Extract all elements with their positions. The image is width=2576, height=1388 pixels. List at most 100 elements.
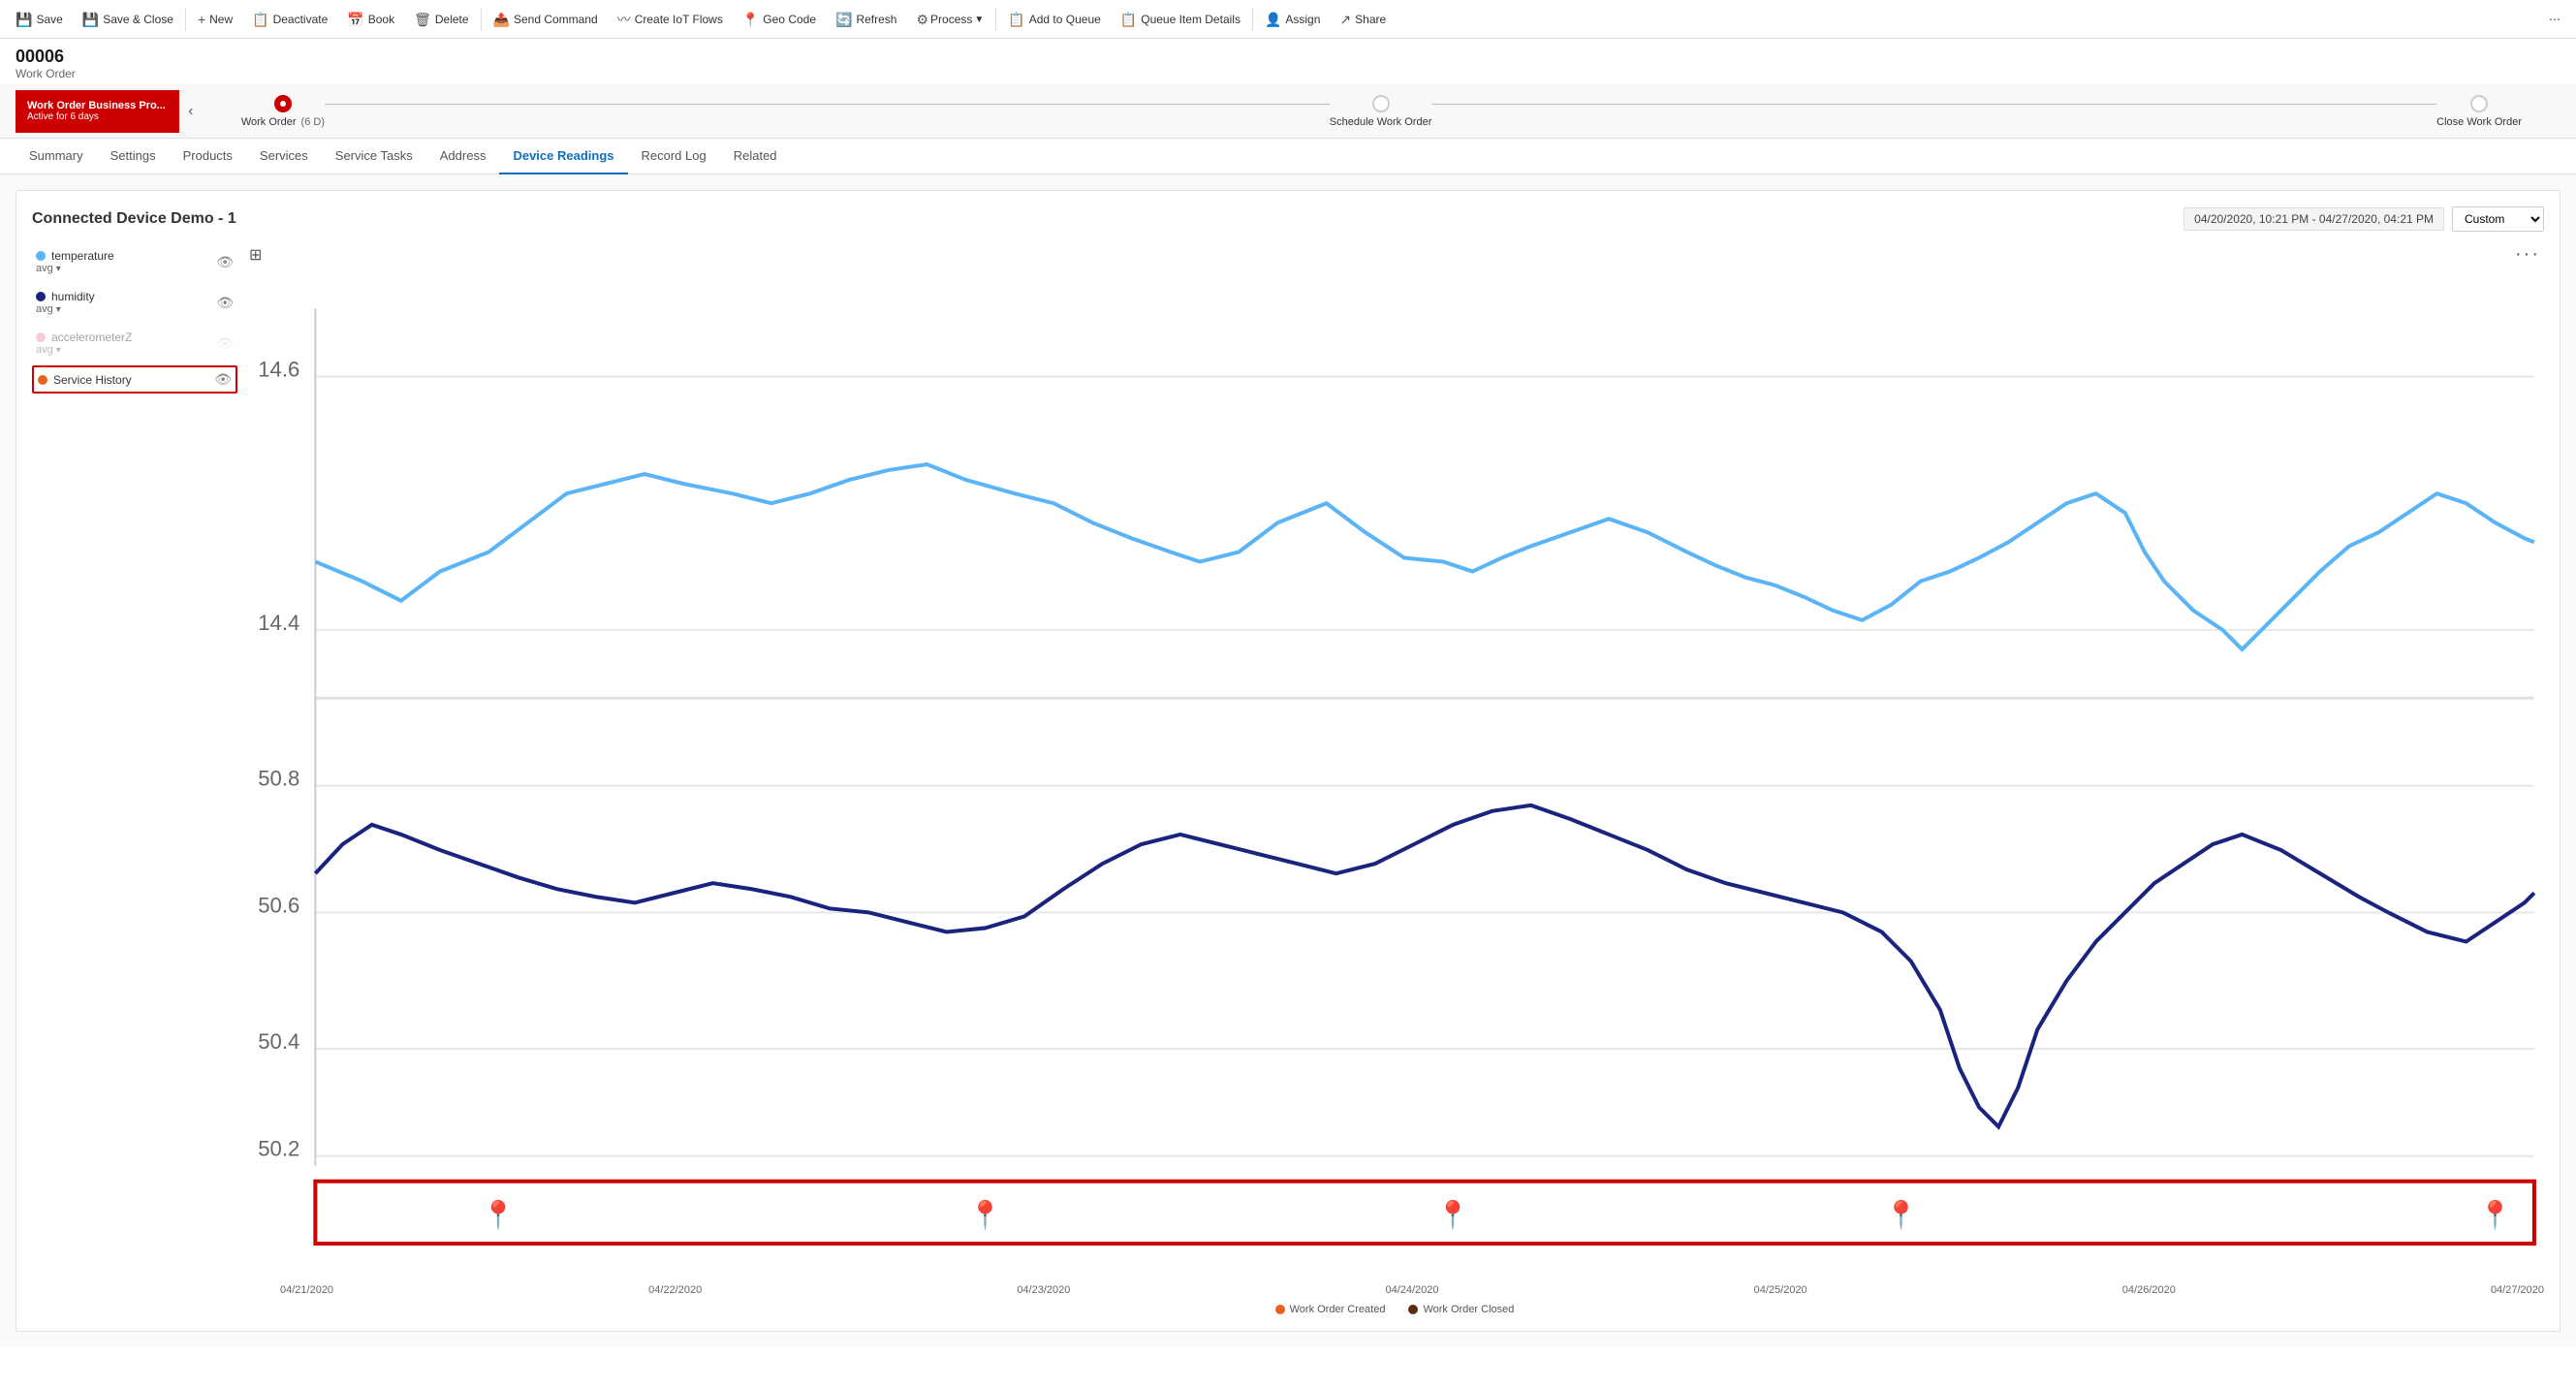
service-history-label: Service History (53, 373, 132, 387)
accel-chevron-icon[interactable]: ▾ (56, 345, 61, 356)
marker-5: 📍 (2478, 1199, 2512, 1231)
created-dot (1275, 1305, 1285, 1314)
new-button[interactable]: + New (188, 0, 242, 39)
chart-svg: 14.6 14.4 50.8 50.6 50.4 50.2 (245, 269, 2544, 1282)
toolbar: 💾 Save 💾 Save & Close + New 📋 Deactivate… (0, 0, 2576, 39)
temperature-visibility-icon[interactable]: 👁 (216, 254, 234, 270)
tab-products[interactable]: Products (170, 139, 246, 174)
humidity-chevron-icon[interactable]: ▾ (56, 304, 61, 315)
closed-dot (1408, 1305, 1418, 1314)
temperature-chevron-icon[interactable]: ▾ (56, 264, 61, 274)
active-stage-pill[interactable]: Work Order Business Pro... Active for 6 … (16, 90, 179, 133)
refresh-button[interactable]: 🔄 Refresh (826, 0, 906, 39)
legend-left-humidity: humidity avg ▾ (36, 290, 95, 315)
queue-icon: 📋 (1008, 12, 1024, 28)
device-title: Connected Device Demo - 1 (32, 210, 236, 228)
x-label-4: 04/24/2020 (1385, 1284, 1438, 1296)
service-history-visibility-icon[interactable]: 👁 (214, 371, 232, 388)
book-button[interactable]: 📅 Book (337, 0, 404, 39)
stage-bar: Work Order Business Pro... Active for 6 … (0, 84, 2576, 139)
accel-visibility-icon[interactable]: 👁 (216, 335, 234, 352)
svg-text:50.4: 50.4 (258, 1029, 299, 1054)
x-label-5: 04/25/2020 (1754, 1284, 1807, 1296)
legend-item-accelerometerz[interactable]: accelerometerZ avg ▾ 👁 (32, 325, 237, 362)
queue-item-details-button[interactable]: 📋 Queue Item Details (1111, 0, 1250, 39)
create-iot-flows-button[interactable]: 〰 Create IoT Flows (608, 0, 733, 39)
queue-details-icon: 📋 (1120, 12, 1137, 28)
delete-button[interactable]: 🗑 Delete (404, 0, 478, 39)
chart-more-icon[interactable]: ··· (2515, 243, 2540, 266)
stage-step-3[interactable]: Close Work Order (2436, 95, 2522, 128)
stage-step-1[interactable]: Work Order (6 D) (241, 95, 325, 128)
record-id: 00006 (16, 47, 2560, 67)
humidity-visibility-icon[interactable]: 👁 (216, 295, 234, 311)
x-label-6: 04/26/2020 (2122, 1284, 2176, 1296)
toolbar-separator (185, 8, 186, 31)
record-type: Work Order (16, 67, 2560, 80)
svg-text:50.8: 50.8 (258, 767, 299, 791)
legend-item-service-history[interactable]: Service History 👁 (32, 365, 237, 394)
legend-dot-row-accel: accelerometerZ (36, 331, 132, 344)
record-header: 00006 Work Order (0, 39, 2576, 84)
svg-text:14.4: 14.4 (258, 611, 299, 635)
save-button[interactable]: 💾 Save (6, 0, 73, 39)
save-icon: 💾 (16, 12, 32, 28)
legend-panel: temperature avg ▾ 👁 humidity (32, 243, 245, 1315)
date-range-container: 04/20/2020, 10:21 PM - 04/27/2020, 04:21… (2183, 206, 2544, 232)
humidity-agg: avg ▾ (36, 303, 95, 315)
chart-container: temperature avg ▾ 👁 humidity (32, 243, 2544, 1315)
layer-icon[interactable]: ⊞ (249, 245, 262, 265)
service-history-bar (315, 1182, 2534, 1244)
stage-circle-2 (1372, 95, 1390, 112)
process-dropdown-icon[interactable]: ▼ (974, 15, 984, 25)
book-icon: 📅 (347, 12, 363, 28)
stage-step-2[interactable]: Schedule Work Order (1330, 95, 1432, 128)
send-command-button[interactable]: 📤 Send Command (484, 0, 608, 39)
assign-icon: 👤 (1265, 12, 1281, 28)
date-range-select[interactable]: Custom Last Hour Last Day Last Week (2452, 206, 2544, 232)
stage-nav-left[interactable]: ‹ (179, 90, 203, 133)
x-label-3: 04/23/2020 (1017, 1284, 1070, 1296)
new-icon: + (198, 12, 205, 27)
service-history-dot (38, 375, 47, 385)
created-label: Work Order Created (1290, 1304, 1386, 1315)
stage-label-3: Close Work Order (2436, 116, 2522, 128)
chart-legend-footer: Work Order Created Work Order Closed (245, 1304, 2544, 1315)
active-stage-sub: Active for 6 days (27, 111, 166, 122)
tab-services[interactable]: Services (246, 139, 322, 174)
save-close-button[interactable]: 💾 Save & Close (73, 0, 183, 39)
share-button[interactable]: ↗ Share (1330, 0, 1396, 39)
temperature-agg: avg ▾ (36, 263, 114, 274)
save-close-icon: 💾 (82, 12, 99, 28)
tab-related[interactable]: Related (720, 139, 791, 174)
tab-address[interactable]: Address (426, 139, 500, 174)
x-axis-labels: 04/21/2020 04/22/2020 04/23/2020 04/24/2… (245, 1282, 2544, 1296)
temperature-line (315, 464, 2534, 649)
assign-button[interactable]: 👤 Assign (1255, 0, 1330, 39)
legend-item-temperature[interactable]: temperature avg ▾ 👁 (32, 243, 237, 280)
deactivate-button[interactable]: 📋 Deactivate (242, 0, 337, 39)
tab-settings[interactable]: Settings (97, 139, 170, 174)
stage-circle-1 (274, 95, 292, 112)
x-label-1: 04/21/2020 (280, 1284, 333, 1296)
legend-left-service-history: Service History (38, 373, 132, 387)
add-to-queue-button[interactable]: 📋 Add to Queue (998, 0, 1111, 39)
geo-icon: 📍 (742, 12, 759, 28)
tab-summary[interactable]: Summary (16, 139, 97, 174)
legend-item-humidity[interactable]: humidity avg ▾ 👁 (32, 284, 237, 321)
process-button[interactable]: ⚙ Process ▼ (906, 0, 993, 39)
geo-code-button[interactable]: 📍 Geo Code (733, 0, 826, 39)
svg-text:50.6: 50.6 (258, 893, 299, 917)
more-button[interactable]: ⋯ (2539, 0, 2570, 39)
legend-dot-row-service-history: Service History (38, 373, 132, 387)
more-icon: ⋯ (2549, 13, 2560, 26)
x-label-7: 04/27/2020 (2491, 1284, 2544, 1296)
legend-left-temperature: temperature avg ▾ (36, 249, 114, 274)
footer-legend-created: Work Order Created (1275, 1304, 1386, 1315)
tab-service-tasks[interactable]: Service Tasks (322, 139, 426, 174)
chart-right: ⊞ ··· 14.6 14.4 50.8 50.6 50.4 50.2 (245, 243, 2544, 1315)
stage-connector-2 (1431, 104, 2436, 105)
tab-device-readings[interactable]: Device Readings (499, 139, 627, 174)
svg-text:50.2: 50.2 (258, 1137, 299, 1161)
tab-record-log[interactable]: Record Log (628, 139, 720, 174)
